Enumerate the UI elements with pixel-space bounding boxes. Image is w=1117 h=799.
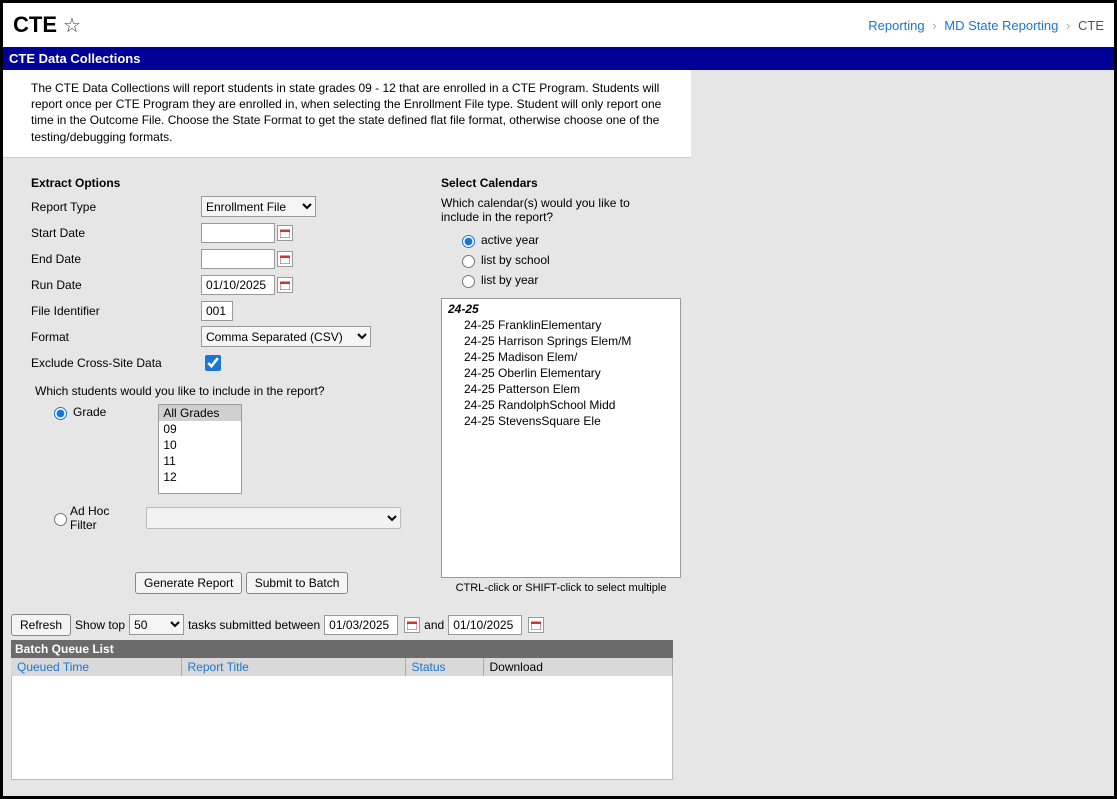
calendar-icon[interactable] — [277, 251, 293, 267]
student-include-question: Which students would you like to include… — [35, 384, 401, 398]
grade-radio[interactable] — [54, 407, 67, 420]
col-status[interactable]: Status — [405, 658, 483, 676]
breadcrumb: Reporting › MD State Reporting › CTE — [868, 18, 1104, 33]
label-start-date: Start Date — [31, 226, 201, 240]
chevron-right-icon: › — [1066, 18, 1070, 33]
page-title: CTE — [13, 12, 57, 38]
breadcrumb-link-reporting[interactable]: Reporting — [868, 18, 924, 33]
submit-to-batch-button[interactable]: Submit to Batch — [246, 572, 349, 594]
list-item[interactable]: 24-25 FranklinElementary — [442, 317, 680, 333]
active-year-label: active year — [481, 233, 539, 247]
col-queued-time[interactable]: Queued Time — [11, 658, 181, 676]
queue-to-date-input[interactable] — [448, 615, 522, 635]
list-item[interactable]: 24-25 Oberlin Elementary — [442, 365, 680, 381]
list-item[interactable]: All Grades — [159, 405, 241, 421]
calendar-icon[interactable] — [404, 617, 420, 633]
list-item[interactable]: 24-25 Madison Elem/ — [442, 349, 680, 365]
tasks-between-label: tasks submitted between — [188, 618, 320, 632]
list-by-year-radio[interactable] — [462, 275, 475, 288]
adhoc-radio-label: Ad Hoc Filter — [70, 504, 136, 532]
label-end-date: End Date — [31, 252, 201, 266]
calendar-icon[interactable] — [277, 225, 293, 241]
calendar-icon[interactable] — [528, 617, 544, 633]
list-by-year-label: list by year — [481, 273, 538, 287]
label-exclude-cross: Exclude Cross-Site Data — [31, 356, 201, 370]
grade-radio-label: Grade — [73, 405, 106, 419]
list-item[interactable]: 12 — [159, 469, 241, 485]
breadcrumb-link-state-reporting[interactable]: MD State Reporting — [944, 18, 1058, 33]
grade-listbox[interactable]: All Grades 09 10 11 12 — [158, 404, 242, 494]
list-group-header[interactable]: 24-25 — [442, 301, 680, 317]
batch-queue-body — [11, 676, 673, 780]
list-item[interactable]: 09 — [159, 421, 241, 437]
format-select[interactable]: Comma Separated (CSV) — [201, 326, 371, 347]
calendar-question: Which calendar(s) would you like to incl… — [441, 196, 671, 224]
label-report-type: Report Type — [31, 200, 201, 214]
file-identifier-input[interactable] — [201, 301, 233, 321]
batch-queue-title: Batch Queue List — [11, 640, 673, 658]
and-label: and — [424, 618, 444, 632]
select-calendars-title: Select Calendars — [441, 176, 681, 190]
end-date-input[interactable] — [201, 249, 275, 269]
breadcrumb-current: CTE — [1078, 18, 1104, 33]
adhoc-filter-select[interactable] — [146, 507, 401, 529]
active-year-radio[interactable] — [462, 235, 475, 248]
panel-description: The CTE Data Collections will report stu… — [3, 70, 691, 158]
generate-report-button[interactable]: Generate Report — [135, 572, 242, 594]
list-item[interactable]: 24-25 StevensSquare Ele — [442, 413, 680, 429]
list-item[interactable]: 24-25 Harrison Springs Elem/M — [442, 333, 680, 349]
show-top-label: Show top — [75, 618, 125, 632]
list-item[interactable]: 24-25 Patterson Elem — [442, 381, 680, 397]
label-run-date: Run Date — [31, 278, 201, 292]
list-item[interactable]: 24-25 RandolphSchool Midd — [442, 397, 680, 413]
list-item[interactable]: 10 — [159, 437, 241, 453]
label-format: Format — [31, 330, 201, 344]
run-date-input[interactable] — [201, 275, 275, 295]
panel-title: CTE Data Collections — [3, 47, 1114, 70]
adhoc-radio[interactable] — [54, 513, 67, 526]
batch-queue-table: Queued Time Report Title Status Download — [11, 658, 673, 676]
refresh-button[interactable]: Refresh — [11, 614, 71, 636]
chevron-right-icon: › — [932, 18, 936, 33]
calendar-multiselect-hint: CTRL-click or SHIFT-click to select mult… — [441, 582, 681, 594]
list-by-school-label: list by school — [481, 253, 550, 267]
show-top-select[interactable]: 50 — [129, 614, 184, 635]
col-report-title[interactable]: Report Title — [181, 658, 405, 676]
list-item[interactable]: 11 — [159, 453, 241, 469]
label-file-identifier: File Identifier — [31, 304, 201, 318]
col-download: Download — [483, 658, 673, 676]
extract-options-title: Extract Options — [31, 176, 401, 190]
favorite-star-icon[interactable]: ☆ — [63, 13, 81, 38]
start-date-input[interactable] — [201, 223, 275, 243]
calendar-icon[interactable] — [277, 277, 293, 293]
queue-from-date-input[interactable] — [324, 615, 398, 635]
report-type-select[interactable]: Enrollment File — [201, 196, 316, 217]
list-by-school-radio[interactable] — [462, 255, 475, 268]
calendar-listbox[interactable]: 24-25 24-25 FranklinElementary 24-25 Har… — [441, 298, 681, 578]
exclude-cross-site-checkbox[interactable] — [205, 355, 221, 371]
